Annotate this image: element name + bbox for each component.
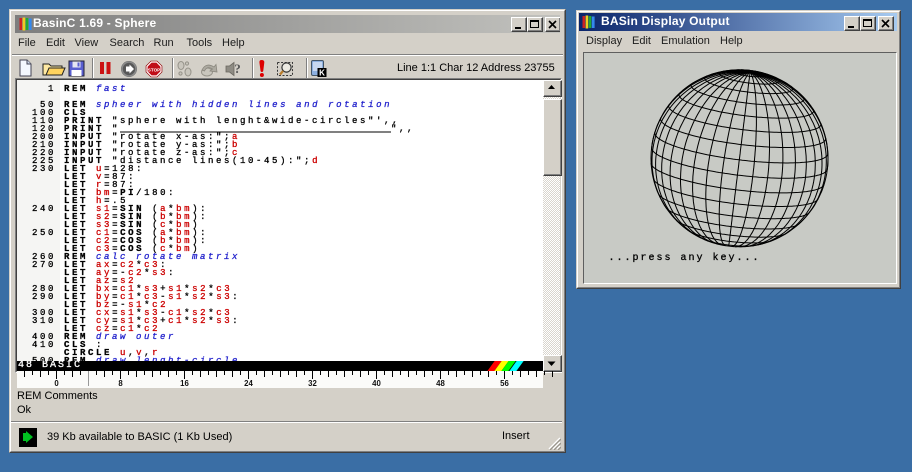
svg-text:?: ? [234,61,241,76]
svg-text:48: 48 [436,379,445,388]
svg-text:16: 16 [180,379,189,388]
svg-text:0: 0 [54,379,59,388]
svg-text:24: 24 [244,379,253,388]
svg-text:K: K [319,69,325,78]
svg-text:40: 40 [372,379,381,388]
svg-text:56: 56 [500,379,509,388]
svg-text:8: 8 [118,379,123,388]
svg-text:STOP: STOP [148,67,160,72]
svg-text:32: 32 [308,379,317,388]
